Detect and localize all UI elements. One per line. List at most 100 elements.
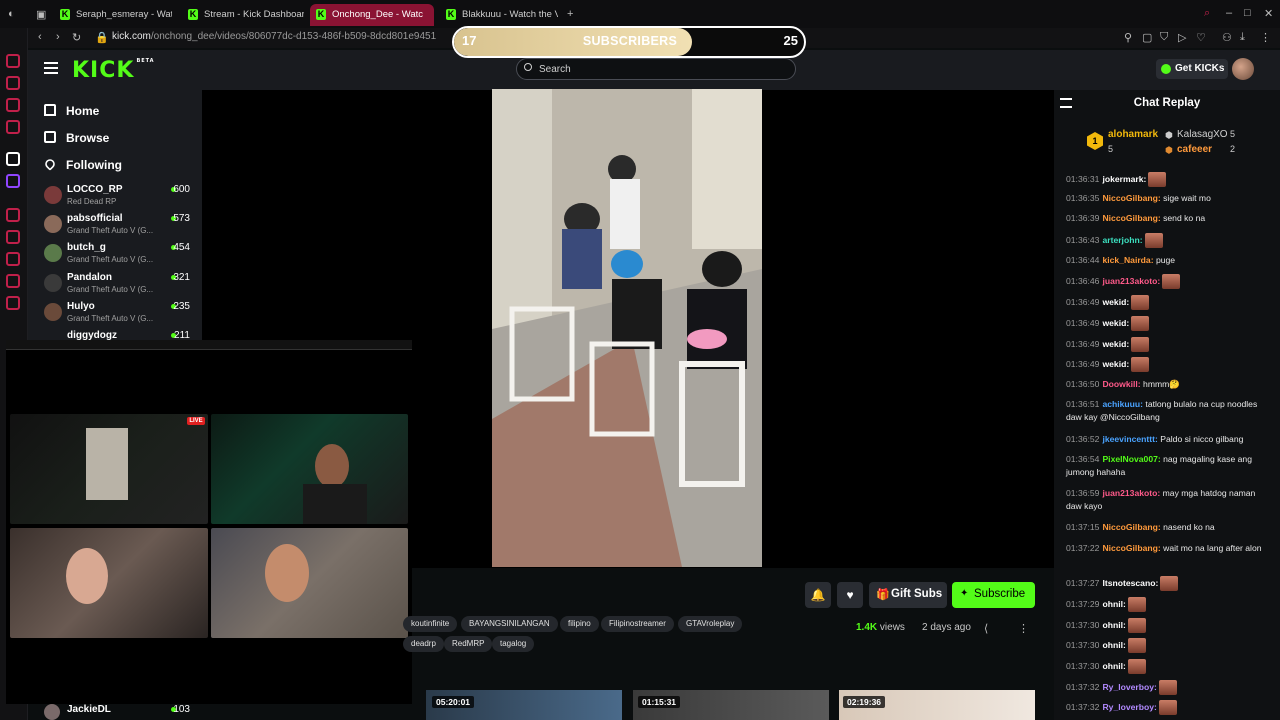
app-icon[interactable] [6,274,20,288]
message-username[interactable]: PixelNova007: [1102,454,1160,464]
download-icon[interactable] [6,252,20,266]
new-tab-icon[interactable]: + [567,8,573,20]
hamburger-menu-icon[interactable] [44,62,58,74]
search-icon[interactable]: ⌕ [1204,7,1210,20]
app-icon[interactable] [6,208,20,222]
message-username[interactable]: arterjohn: [1102,235,1142,245]
menu-icon[interactable]: ⋮ [1260,31,1271,44]
gift-subs-button[interactable]: 🎁 Gift Subs [869,582,947,608]
tab-onchong-active[interactable]: K Onchong_Dee - Watc [310,4,434,26]
view-count: 1.4K views [856,622,905,633]
back-icon[interactable]: ‹ [38,31,42,43]
more-options-icon[interactable]: ⋮ [1018,622,1029,635]
profile-icon[interactable]: ⚇ [1222,31,1232,44]
app-icon[interactable] [6,120,20,134]
followed-channel-row[interactable]: Hulyo Grand Theft Auto V (G... 235 [44,301,194,329]
followed-channel-row[interactable]: Pandalon Grand Theft Auto V (G... 321 [44,272,194,300]
message-username[interactable]: Itsnotescano: [1102,578,1158,588]
user-avatar[interactable] [1232,58,1254,80]
followed-channel-row[interactable]: LOCCO_RP Red Dead RP 600 [44,184,194,212]
message-username[interactable]: ohnil: [1102,661,1125,671]
tag-chip[interactable]: filipino [560,616,599,632]
app-icon[interactable] [6,98,20,112]
tag-chip[interactable]: GTAVroleplay [678,616,743,632]
tag-chip[interactable]: RedMRP [444,636,493,652]
message-username[interactable]: ohnil: [1102,599,1125,609]
app-icon[interactable] [6,54,20,68]
subscribe-button[interactable]: ✦ Subscribe [952,582,1035,608]
emote-icon [1131,357,1150,372]
minimize-icon[interactable]: – [1226,7,1232,19]
notification-bell-button[interactable]: 🔔 [805,582,831,608]
message-timestamp: 01:36:46 [1066,275,1100,286]
close-icon[interactable]: ✕ [1264,7,1273,20]
app-icon[interactable] [6,152,20,166]
guest-face [66,548,108,604]
message-username[interactable]: NiccoGilbang: [1102,543,1160,553]
message-username[interactable]: Doowkill: [1102,379,1140,389]
message-username[interactable]: wekid: [1102,339,1129,349]
search-input[interactable]: Search [516,58,796,80]
followed-channel-row[interactable]: pabsofficial Grand Theft Auto V (G... 57… [44,213,194,241]
bookmark-icon[interactable]: ⚲ [1124,31,1132,44]
tag-chip[interactable]: koutinfinite [403,616,458,632]
message-username[interactable]: wekid: [1102,318,1129,328]
message-username[interactable]: wekid: [1102,297,1129,307]
share-icon[interactable]: ⟨ [984,622,988,635]
tag-chip[interactable]: Filipinostreamer [601,616,674,632]
message-username[interactable]: jkeevincenttt: [1102,434,1157,444]
twitch-icon[interactable] [6,174,20,188]
message-username[interactable]: NiccoGilbang: [1102,522,1160,532]
message-username[interactable]: jokermark: [1102,174,1146,184]
forward-icon[interactable]: › [56,31,60,43]
history-icon[interactable] [6,230,20,244]
maximize-icon[interactable]: □ [1244,7,1251,19]
tab-dashboard[interactable]: K Stream - Kick Dashboard [182,4,304,26]
reload-icon[interactable]: ↻ [72,31,81,44]
app-icon[interactable] [6,76,20,90]
sidebar-item-browse[interactable]: Browse [66,131,109,145]
shield-icon[interactable]: ⛉ [1160,31,1168,44]
screenshot-icon[interactable]: ▢ [1142,31,1152,44]
tab-seraph[interactable]: K Seraph_esmeray - Watch [54,4,172,26]
play-icon[interactable]: ▷ [1178,31,1186,44]
followed-channel-row[interactable]: butch_g Grand Theft Auto V (G... 454 [44,242,194,270]
tab-label: Seraph_esmeray - Watch [76,9,172,20]
message-username[interactable]: NiccoGilbang: [1102,213,1160,223]
kick-logo[interactable]: KICK BETA [72,58,155,83]
settings-icon[interactable] [6,296,20,310]
leaderboard-name[interactable]: KalasagXO [1177,129,1228,140]
message-username[interactable]: juan213akoto: [1102,488,1160,498]
tab-blakkuuu[interactable]: K Blakkuuu - Watch the VOD [440,4,558,26]
subscribe-label: Subscribe [974,588,1026,600]
followed-channel-row[interactable]: JackieDL 103 [44,704,194,720]
follow-heart-button[interactable]: ♥ [837,582,863,608]
gifter-icon: ⬢ [1165,145,1173,155]
url-field[interactable]: kick.com/onchong_dee/videos/806077dc-d15… [112,31,436,42]
chat-message: 01:36:43 arterjohn: [1066,233,1270,248]
message-username[interactable]: wekid: [1102,359,1129,369]
tag-chip[interactable]: tagalog [492,636,535,652]
tag-chip[interactable]: BAYANGSINILANGAN [461,616,558,632]
message-username[interactable]: Ry_loverboy: [1102,682,1156,692]
leaderboard-name[interactable]: cafeeer [1177,144,1212,155]
logo-beta-tag: BETA [136,58,155,64]
heart-icon[interactable]: ♡ [1196,31,1206,44]
leaderboard-name[interactable]: alohamark [1108,129,1158,140]
tab-overview-icon[interactable]: ▣ [36,8,46,21]
message-username[interactable]: kick_Nairda: [1102,255,1153,265]
message-username[interactable]: NiccoGilbang: [1102,193,1160,203]
tag-chip[interactable]: deadrp [403,636,444,652]
message-username[interactable]: Ry_loverboy: [1102,702,1156,712]
browser-menu-icon[interactable]: ◐ [8,8,15,20]
download-icon[interactable]: ⤓ [1240,31,1245,44]
message-username[interactable]: ohnil: [1102,620,1125,630]
video-frame[interactable] [492,89,762,567]
message-username[interactable]: juan213akoto: [1102,276,1160,286]
sidebar-item-following[interactable]: Following [66,158,122,172]
message-username[interactable]: ohnil: [1102,640,1125,650]
sparkle-icon: ✦ [960,588,969,599]
sidebar-item-home[interactable]: Home [66,104,99,118]
message-username[interactable]: achikuuu: [1102,399,1143,409]
emote-icon [1160,576,1179,591]
